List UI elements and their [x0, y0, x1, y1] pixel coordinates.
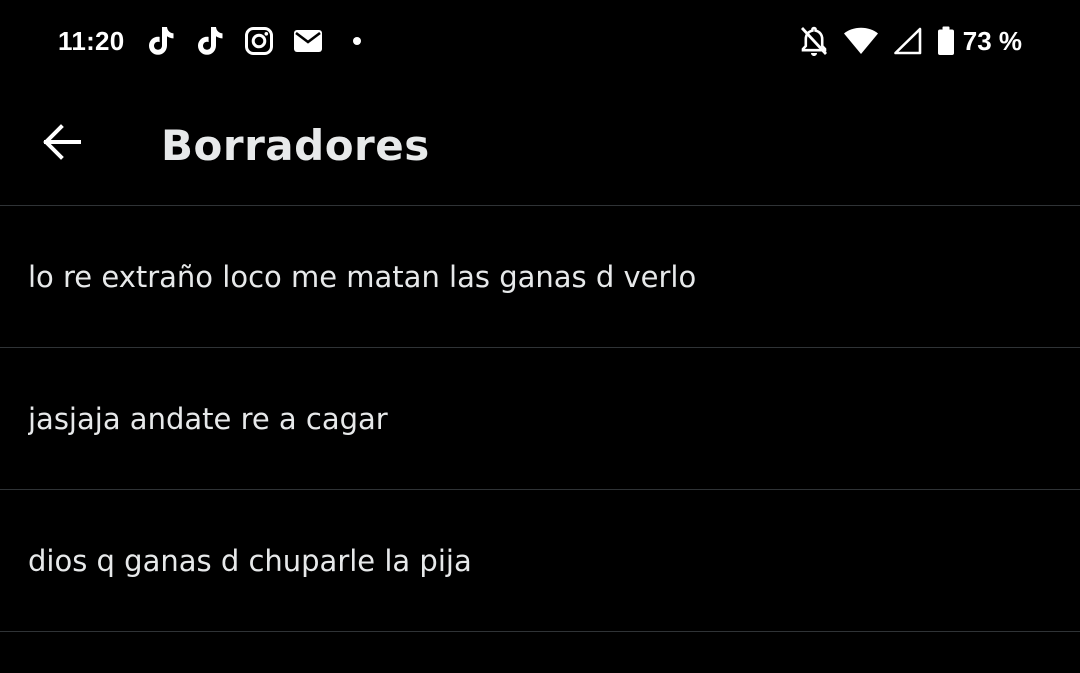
app-header: Borradores: [0, 82, 1080, 206]
arrow-left-icon: [43, 124, 81, 160]
battery-percent: 73 %: [962, 25, 1022, 56]
battery-icon: [937, 26, 955, 56]
back-button[interactable]: [30, 110, 94, 174]
status-clock: 11:20: [58, 25, 125, 56]
draft-text: lo re extraño loco me matan las ganas d …: [28, 259, 697, 294]
instagram-icon: [243, 25, 275, 57]
bell-off-icon: [799, 25, 829, 57]
tiktok-icon: [194, 25, 226, 57]
status-left: 11:20: [58, 22, 361, 60]
draft-text: jasjaja andate re a cagar: [28, 401, 388, 436]
status-bar: 11:20 73 %: [0, 0, 1080, 82]
list-item[interactable]: jasjaja andate re a cagar: [0, 348, 1080, 490]
more-notifications-dot-icon: [352, 37, 361, 45]
cellular-signal-icon: [893, 27, 923, 55]
mail-icon: [292, 25, 324, 57]
page-title: Borradores: [161, 121, 430, 170]
list-item[interactable]: lo re extraño loco me matan las ganas d …: [0, 206, 1080, 348]
draft-list: lo re extraño loco me matan las ganas d …: [0, 206, 1080, 632]
tiktok-icon: [145, 25, 177, 57]
list-item[interactable]: dios q ganas d chuparle la pija: [0, 490, 1080, 632]
draft-text: dios q ganas d chuparle la pija: [28, 543, 472, 578]
wifi-icon: [843, 27, 879, 55]
status-right: 73 %: [785, 22, 1022, 60]
